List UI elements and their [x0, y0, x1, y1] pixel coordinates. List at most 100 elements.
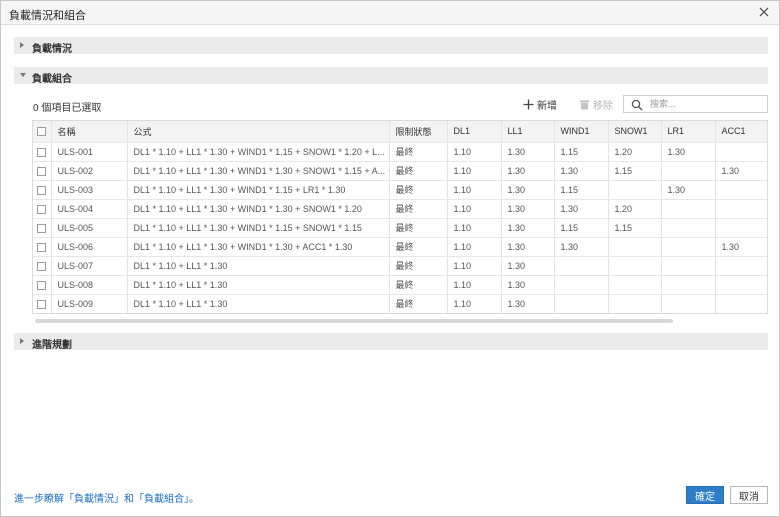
table-row[interactable]: ULS-004 DL1 * 1.10 + LL1 * 1.30 + WIND1 …	[33, 199, 767, 219]
row-checkbox[interactable]	[37, 242, 46, 252]
factor-cell: 1.30	[501, 180, 555, 200]
factor-cell: 1.10	[447, 237, 502, 257]
add-button-label: 新增	[537, 100, 557, 112]
row-checkbox[interactable]	[37, 204, 46, 214]
row-checkbox[interactable]	[37, 185, 46, 195]
column-header[interactable]: DL1	[447, 121, 502, 143]
column-header[interactable]: LR1	[661, 121, 716, 143]
limit-state-cell: 最終	[389, 275, 448, 295]
table-row[interactable]: ULS-002 DL1 * 1.10 + LL1 * 1.30 + WIND1 …	[33, 161, 767, 181]
factor-cell: 1.30	[715, 237, 767, 257]
factor-cell: 1.10	[447, 256, 502, 276]
table-row[interactable]: ULS-003 DL1 * 1.10 + LL1 * 1.30 + WIND1 …	[33, 180, 767, 200]
name-cell: ULS-009	[51, 294, 128, 313]
table-row[interactable]: ULS-005 DL1 * 1.10 + LL1 * 1.30 + WIND1 …	[33, 218, 767, 238]
formula-cell: DL1 * 1.10 + LL1 * 1.30 + WIND1 * 1.30 +…	[127, 199, 390, 219]
factor-cell: 1.10	[447, 180, 502, 200]
row-checkbox-cell	[33, 161, 52, 181]
table-row[interactable]: ULS-006 DL1 * 1.10 + LL1 * 1.30 + WIND1 …	[33, 237, 767, 257]
ok-button[interactable]: 確定	[686, 486, 724, 504]
table-row[interactable]: ULS-001 DL1 * 1.10 + LL1 * 1.30 + WIND1 …	[33, 142, 767, 162]
factor-cell: 1.10	[447, 275, 502, 295]
factor-cell	[661, 237, 716, 257]
factor-cell: 1.10	[447, 161, 502, 181]
factor-cell	[715, 256, 767, 276]
help-link[interactable]: 進一步瞭解「負載情況」和「負載組合」。	[14, 490, 199, 505]
select-all-checkbox[interactable]	[37, 127, 46, 137]
factor-cell	[554, 294, 609, 313]
remove-button-label: 移除	[593, 100, 613, 112]
name-cell: ULS-003	[51, 180, 128, 200]
cancel-button[interactable]: 取消	[730, 486, 768, 504]
column-header[interactable]: 名稱	[51, 121, 128, 143]
row-checkbox[interactable]	[37, 280, 46, 290]
factor-cell	[715, 199, 767, 219]
factor-cell	[608, 294, 662, 313]
trash-icon	[580, 100, 589, 109]
horizontal-scrollbar[interactable]	[35, 319, 673, 323]
factor-cell: 1.20	[608, 199, 662, 219]
name-cell: ULS-002	[51, 161, 128, 181]
factor-cell	[661, 256, 716, 276]
row-checkbox-cell	[33, 294, 52, 313]
factor-cell: 1.15	[608, 218, 662, 238]
load-cases-dialog: 負載情況和組合 負載情況 負載組合 0 個項目已選取 新增 移除 搜索... 名…	[0, 0, 780, 517]
factor-cell: 1.30	[501, 142, 555, 162]
table-row[interactable]: ULS-008 DL1 * 1.10 + LL1 * 1.30 最終 1.10 …	[33, 275, 767, 295]
factor-cell	[554, 256, 609, 276]
selected-count: 0 個項目已選取	[33, 103, 102, 114]
column-header[interactable]: 限制狀態	[389, 121, 448, 143]
search-field[interactable]	[623, 95, 768, 113]
factor-cell: 1.30	[501, 256, 555, 276]
row-checkbox[interactable]	[37, 147, 46, 157]
add-button[interactable]: 新增	[523, 96, 557, 112]
limit-state-cell: 最終	[389, 142, 448, 162]
factor-cell	[608, 275, 662, 295]
factor-cell	[715, 218, 767, 238]
factor-cell: 1.30	[501, 275, 555, 295]
factor-cell	[715, 180, 767, 200]
plus-icon	[523, 99, 534, 109]
column-header[interactable]: 公式	[127, 121, 390, 143]
section-load-cases[interactable]: 負載情況	[14, 37, 768, 55]
factor-cell	[661, 218, 716, 238]
factor-cell: 1.15	[608, 161, 662, 181]
row-checkbox[interactable]	[37, 166, 46, 176]
section-load-combinations[interactable]: 負載組合	[14, 67, 768, 85]
row-checkbox-cell	[33, 142, 52, 162]
select-all-header	[33, 121, 52, 143]
factor-cell: 1.30	[501, 294, 555, 313]
search-input[interactable]	[650, 98, 762, 110]
name-cell: ULS-004	[51, 199, 128, 219]
name-cell: ULS-005	[51, 218, 128, 238]
table-row[interactable]: ULS-007 DL1 * 1.10 + LL1 * 1.30 最終 1.10 …	[33, 256, 767, 276]
combinations-table: 名稱 公式 限制狀態 DL1 LL1 WIND1 SNOW1 LR1 ACC1 …	[33, 121, 767, 313]
column-header[interactable]: WIND1	[554, 121, 609, 143]
factor-cell: 1.10	[447, 294, 502, 313]
row-checkbox[interactable]	[37, 223, 46, 233]
row-checkbox-cell	[33, 237, 52, 257]
limit-state-cell: 最終	[389, 218, 448, 238]
table-row[interactable]: ULS-009 DL1 * 1.10 + LL1 * 1.30 最終 1.10 …	[33, 294, 767, 313]
factor-cell: 1.20	[608, 142, 662, 162]
section-load-combinations-label: 負載組合	[32, 74, 72, 85]
factor-cell	[608, 237, 662, 257]
row-checkbox-cell	[33, 180, 52, 200]
section-advanced[interactable]: 進階規劃	[14, 333, 768, 351]
caret-down-icon	[20, 73, 26, 77]
row-checkbox[interactable]	[37, 299, 46, 309]
title-bar: 負載情況和組合	[1, 1, 779, 25]
remove-button[interactable]: 移除	[579, 96, 613, 112]
column-header[interactable]: LL1	[501, 121, 555, 143]
search-icon	[631, 99, 643, 111]
factor-cell: 1.30	[554, 237, 609, 257]
row-checkbox[interactable]	[37, 261, 46, 271]
limit-state-cell: 最終	[389, 256, 448, 276]
factor-cell: 1.10	[447, 142, 502, 162]
column-header[interactable]: ACC1	[715, 121, 767, 143]
close-icon[interactable]	[757, 5, 771, 19]
column-header[interactable]: SNOW1	[608, 121, 662, 143]
factor-cell	[715, 275, 767, 295]
factor-cell: 1.30	[661, 142, 716, 162]
limit-state-cell: 最終	[389, 294, 448, 313]
